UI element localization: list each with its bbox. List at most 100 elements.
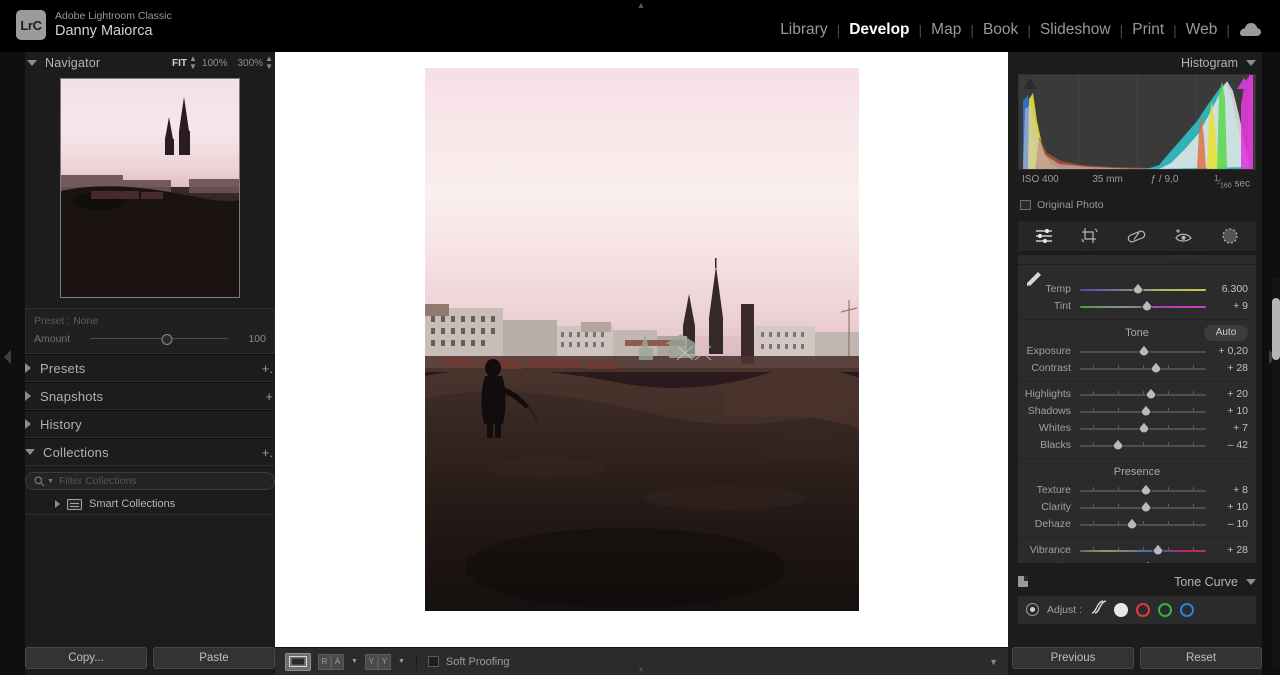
zoom-100-button[interactable]: 100% [197,58,233,69]
vibrance-slider[interactable] [1080,542,1206,559]
shadow-clipping-indicator[interactable] [1023,78,1037,89]
module-web[interactable]: Web [1177,20,1227,40]
sidebar-item-collections[interactable]: Collections +. [25,438,275,466]
zoom-fit-stepper-icon[interactable]: ▲ ▼ [189,55,197,71]
chevron-down-icon[interactable] [25,449,35,455]
texture-slider-knob[interactable] [1139,483,1152,497]
before-after-sidebyside-button[interactable]: R A [318,653,344,671]
chevron-right-icon[interactable] [25,363,31,373]
chevron-down-icon[interactable] [27,60,37,66]
tone-curve-header[interactable]: Tone Curve [1018,571,1256,593]
collapse-left-panel-arrow[interactable] [4,350,11,364]
blacks-slider-knob[interactable] [1111,438,1124,452]
crop-icon[interactable] [1081,227,1099,244]
contrast-value[interactable]: + 28 [1206,362,1248,374]
paste-button[interactable]: Paste [153,647,275,669]
exposure-slider-knob[interactable] [1138,344,1151,358]
sidebar-item-presets[interactable]: Presets +. [25,354,275,382]
vibrance-value[interactable]: + 28 [1206,544,1248,556]
module-slideshow[interactable]: Slideshow [1031,20,1120,40]
shadows-slider[interactable] [1080,403,1206,420]
tint-slider[interactable] [1080,298,1206,315]
before-after-split-button[interactable]: Y Y [364,653,391,671]
contrast-slider-knob[interactable] [1149,361,1162,375]
exposure-slider[interactable] [1080,343,1206,360]
auto-tone-button[interactable]: Auto [1204,324,1248,341]
tint-value[interactable]: + 9 [1206,300,1248,312]
split-dropdown-caret-icon[interactable]: ▼ [398,658,405,665]
contrast-slider[interactable] [1080,360,1206,377]
cloud-icon[interactable] [1240,23,1262,37]
original-photo-checkbox[interactable] [1020,199,1031,210]
clarity-slider-knob[interactable] [1139,500,1152,514]
copy-button[interactable]: Copy... [25,647,147,669]
whites-slider[interactable] [1080,420,1206,437]
clarity-slider[interactable] [1080,499,1206,516]
temp-slider[interactable] [1080,281,1206,298]
before-after-dropdown-caret-icon[interactable]: ▼ [351,658,358,665]
dehaze-slider-knob[interactable] [1125,517,1138,531]
white-balance-eyedropper-icon[interactable] [1024,269,1044,294]
right-panel-scrollbar-thumb[interactable] [1272,298,1280,360]
top-panel-toggle[interactable]: ▲ [634,1,648,10]
histogram-graph[interactable] [1018,74,1256,170]
photo-canvas[interactable] [275,52,1008,627]
tint-slider-knob[interactable] [1140,299,1153,313]
navigator-thumbnail[interactable] [60,78,240,298]
temp-slider-knob[interactable] [1131,282,1144,296]
shadows-slider-knob[interactable] [1139,404,1152,418]
exposure-value[interactable]: + 0,20 [1206,345,1249,357]
saturation-slider-knob[interactable] [1142,560,1155,563]
highlights-slider[interactable] [1080,386,1206,403]
before-after-yy-icon[interactable]: Y Y [364,653,391,670]
curve-icon[interactable] [1090,600,1107,619]
module-library[interactable]: Library [771,20,836,40]
texture-value[interactable]: + 8 [1206,484,1248,496]
dehaze-slider[interactable] [1080,516,1206,533]
chevron-down-icon[interactable] [1246,60,1256,66]
saturation-slider[interactable] [1080,559,1206,563]
shadows-value[interactable]: + 10 [1206,405,1248,417]
previous-button[interactable]: Previous [1012,647,1134,669]
filter-collections-input[interactable]: ▼ Filter Collections [25,472,275,490]
spot-removal-icon[interactable] [1127,229,1146,243]
navigator-preview[interactable] [25,74,275,302]
chevron-down-icon[interactable] [1246,578,1256,585]
white-balance-row-clipped[interactable]: WB : Custom [1018,255,1256,265]
list-item[interactable]: Smart Collections [25,494,275,514]
dehaze-value[interactable]: – 10 [1206,518,1248,530]
before-after-ra-icon[interactable]: R A [318,653,344,670]
clarity-value[interactable]: + 10 [1206,501,1248,513]
highlight-clipping-indicator[interactable] [1237,78,1251,89]
tone-curve-channel-blue[interactable] [1180,602,1195,617]
zoom-300-button[interactable]: 300% [233,58,269,69]
whites-slider-knob[interactable] [1138,421,1151,435]
main-photo[interactable] [424,68,859,611]
reset-button[interactable]: Reset [1140,647,1262,669]
amount-slider-knob[interactable] [161,334,173,345]
chevron-right-icon[interactable] [55,500,60,508]
wb-value[interactable]: Custom [1170,255,1204,260]
targeted-adjustment-icon[interactable] [1026,603,1039,617]
texture-slider[interactable] [1080,482,1206,499]
chevron-right-icon[interactable] [25,419,31,429]
sidebar-item-snapshots[interactable]: Snapshots + [25,382,275,410]
tone-curve-channel-green[interactable] [1158,602,1173,617]
saturation-value[interactable]: + 16 [1206,561,1248,563]
blacks-slider[interactable] [1080,437,1206,454]
red-eye-icon[interactable] [1174,228,1193,243]
filmstrip-toggle[interactable]: ▾ [634,666,648,674]
original-photo-row[interactable]: Original Photo [1020,199,1254,211]
add-snapshot-button[interactable]: + [265,389,275,404]
zoom-300-stepper-icon[interactable]: ▲ ▼ [265,55,273,71]
masking-icon[interactable] [1221,227,1239,245]
search-dropdown-caret-icon[interactable]: ▼ [47,478,54,485]
whites-value[interactable]: + 7 [1206,422,1248,434]
tone-curve-channel-red[interactable] [1136,602,1151,617]
temp-value[interactable]: 6.300 [1206,283,1248,295]
loupe-view-button[interactable] [285,652,311,671]
edit-sliders-icon[interactable] [1035,228,1053,244]
toolbar-options-caret-icon[interactable]: ▼ [989,657,998,667]
module-print[interactable]: Print [1123,20,1173,40]
blacks-value[interactable]: – 42 [1206,439,1248,451]
